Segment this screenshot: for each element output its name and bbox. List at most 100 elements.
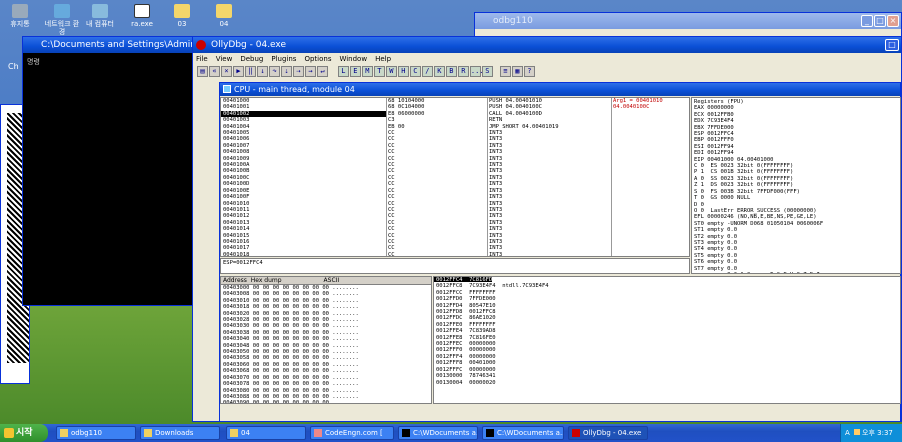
tray-icon[interactable] [854,429,861,435]
menu-debug[interactable]: Debug [240,55,263,63]
toolbar-patches[interactable]: / [421,66,433,77]
disasm-hex-column: 68 10104000 68 0C104000 E8 06000000 C3 EB 00… [388,98,424,256]
maximize-button[interactable]: □ [874,15,886,27]
disasm-address[interactable]: 00401015 [223,233,250,239]
disasm-address[interactable]: 00401018 [223,252,250,256]
disasm-address[interactable]: 00401006 [223,136,250,142]
minimize-button[interactable]: _ [861,15,873,27]
disasm-address[interactable]: 00401017 [223,245,250,251]
help-icon[interactable]: ? [523,66,535,77]
menu-view[interactable]: View [216,55,233,63]
toolbar-log[interactable]: L [337,66,349,77]
start-button[interactable]: 시작 [0,424,48,442]
disasm-address[interactable]: 0040100D [223,181,250,187]
desktop-icon-folder-03[interactable]: 03 [164,4,200,28]
stack-row[interactable]: 00130004 00000020 [436,380,898,386]
disasm-address[interactable]: 0040100B [223,168,250,174]
taskbar-item-ollydbg[interactable]: OllyDbg - 04.exe [568,426,648,440]
registers-pane[interactable]: Registers (FPU) EAX 00000000 ECX 0012FFB0 E… [691,97,901,274]
pause-icon[interactable]: ‖ [245,66,256,77]
disasm-comment-column: Arg1 = 00401010 04.0040100C [613,98,663,111]
disasm-address[interactable]: 00401014 [223,226,250,232]
dump-pane[interactable]: Address Hex dump ASCII 00403000 00 00 00… [220,276,432,404]
cmd-window[interactable]: C:\Documents and Settings\Administr 명령 [22,36,204,306]
cpu-icon [223,85,231,93]
desktop-icon-folder-04[interactable]: 04 [206,4,242,28]
desktop-icon-computer[interactable]: 내 컴퓨터 [82,4,118,28]
disasm-address[interactable]: 00401008 [223,149,250,155]
folder-icon [230,429,238,437]
trace-over-icon[interactable]: ⇢ [293,66,304,77]
language-indicator[interactable]: A [845,429,850,437]
disasm-address[interactable]: 00401012 [223,213,250,219]
taskbar: 시작 odbg110 Downloads 04 CodeEngn.com [ C… [0,424,902,442]
toolbar-handles[interactable]: H [397,66,409,77]
register-line[interactable]: 3 2 1 0 E S P U O Z D I [694,272,898,273]
close-button[interactable]: × [887,15,899,27]
toolbar-threads[interactable]: T [373,66,385,77]
cmd-titlebar[interactable]: C:\Documents and Settings\Administr [23,37,203,53]
console-icon [486,429,494,437]
folder-icon [174,4,190,18]
disasm-instruction[interactable]: INT3 [489,252,559,256]
toolbar-memory[interactable]: M [361,66,373,77]
toolbar-callstack[interactable]: K [433,66,445,77]
taskbar-item-cmd-2[interactable]: C:\WDocuments a... [482,426,564,440]
odbg110-titlebar[interactable]: odbg110 [475,13,901,29]
ollydbg-window[interactable]: OllyDbg - 04.exe File View Debug Plugins Opt… [192,36,902,422]
font-icon[interactable]: ▦ [511,66,523,77]
menu-window[interactable]: Window [339,55,367,63]
close-icon[interactable]: × [221,66,232,77]
disasm-address[interactable]: 00401010 [223,201,250,207]
dump-row[interactable]: 00403090 00 00 00 00 00 00 00 00 .......… [223,400,429,403]
disasm-address[interactable]: 00401001 [223,104,250,110]
disasm-hex[interactable]: CC [388,252,424,256]
toolbar-cpu[interactable]: C [409,66,421,77]
menu-plugins[interactable]: Plugins [271,55,296,63]
browser-icon [314,429,322,437]
menu-help[interactable]: Help [375,55,391,63]
run-icon[interactable]: ▶ [233,66,244,77]
taskbar-item-codeengn[interactable]: CodeEngn.com [ [310,426,394,440]
step-into-icon[interactable]: ↓ [257,66,268,77]
disassembly-pane[interactable]: 00401000 00401001 00401002 00401003 00401004… [220,97,690,257]
appearance-icon[interactable]: ≡ [499,66,511,77]
folder-icon [144,429,152,437]
toolbar-references[interactable]: R [457,66,469,77]
bug-icon [572,429,580,437]
toolbar-source[interactable]: S [481,66,493,77]
disasm-comment[interactable]: 04.0040100C [613,104,663,110]
taskbar-item-downloads[interactable]: Downloads [140,426,220,440]
desktop-icon-ra-exe[interactable]: ra.exe [124,4,160,28]
toolbar-breakpoints[interactable]: B [445,66,457,77]
open-icon[interactable]: ▤ [197,66,208,77]
step-over-icon[interactable]: ↷ [269,66,280,77]
cpu-window[interactable]: CPU - main thread, module 04 00401000 004… [219,82,901,422]
menu-file[interactable]: File [196,55,208,63]
desktop-icon-network[interactable]: 네트워크 환경 [44,4,80,36]
cpu-titlebar[interactable]: CPU - main thread, module 04 [220,83,900,96]
maximize-button[interactable]: □ [885,39,899,51]
taskbar-item-odbg110[interactable]: odbg110 [56,426,136,440]
desktop-icon-recycle-bin[interactable]: 휴지통 [2,4,38,28]
disasm-address[interactable]: 0040100F [223,194,250,200]
disasm-address[interactable]: 00401003 [223,117,250,123]
toolbar-modules[interactable]: E [349,66,361,77]
ollydbg-titlebar[interactable]: OllyDbg - 04.exe [193,37,901,53]
disasm-instruction-column: PUSH 04.00401010 PUSH 04.0040100C CALL 04.… [489,98,559,256]
goto-icon[interactable]: ↵ [317,66,328,77]
menu-options[interactable]: Options [304,55,331,63]
registers-text: Registers (FPU) EAX 00000000 ECX 0012FFB0 E… [692,98,900,273]
rewind-icon[interactable]: « [209,66,220,77]
taskbar-item-04[interactable]: 04 [226,426,306,440]
menu-bar: File View Debug Plugins Options Window Help [193,53,901,65]
toolbar-run-trace[interactable]: ... [469,66,484,77]
info-line: ESP=0012FFC4 [223,260,263,266]
trace-into-icon[interactable]: ⇣ [281,66,292,77]
execute-till-return-icon[interactable]: → [305,66,316,77]
side-text: Ch [8,62,19,71]
stack-pane[interactable]: 0012FFC4 7C816FD7 RETURN to kernel32.7C8… [433,276,901,404]
toolbar-windows[interactable]: W [385,66,397,77]
taskbar-item-cmd-1[interactable]: C:\WDocuments a... [398,426,478,440]
disasm-hex[interactable]: 68 0C104000 [388,104,424,110]
